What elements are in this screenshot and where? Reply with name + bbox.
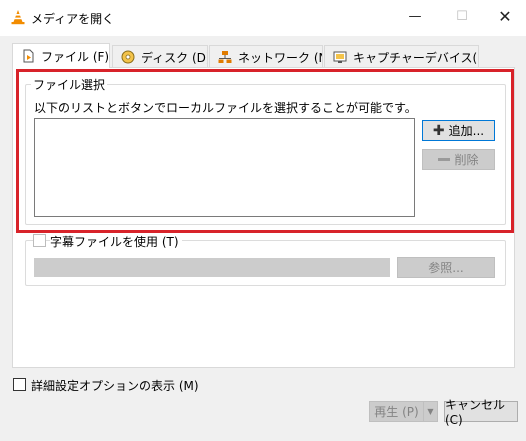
browse-button[interactable]: 参照...	[397, 257, 495, 278]
tab-capture-device[interactable]: キャプチャーデバイス(D)...	[324, 45, 479, 68]
minus-icon	[438, 158, 451, 161]
subtitle-file-input[interactable]	[34, 258, 390, 277]
subtitle-checkbox-label: 字幕ファイルを使用 (T)	[50, 233, 182, 250]
title-bar: メディアを開く — ☐ ✕	[0, 0, 526, 36]
network-icon	[218, 51, 232, 63]
file-selection-title: ファイル選択	[31, 76, 108, 93]
capture-icon	[333, 51, 347, 63]
tab-file-label: ファイル (F)	[41, 49, 110, 64]
disc-icon	[121, 50, 135, 64]
play-button[interactable]: 再生 (P)	[369, 401, 424, 422]
tab-network-label: ネットワーク (N)	[238, 50, 323, 65]
tab-disc[interactable]: ディスク (D)	[112, 45, 208, 68]
minimize-button[interactable]: —	[392, 0, 438, 32]
subtitle-checkbox[interactable]	[33, 234, 46, 247]
remove-file-button[interactable]: 削除	[422, 149, 495, 170]
play-dropdown-button[interactable]: ▼	[423, 401, 438, 422]
cancel-label: キャンセル (C)	[445, 398, 506, 427]
tab-disc-label: ディスク (D)	[141, 50, 208, 65]
vlc-cone-icon	[11, 10, 25, 25]
advanced-options-label: 詳細設定オプションの表示 (M)	[31, 379, 199, 393]
browse-label: 参照...	[428, 261, 464, 275]
play-label: 再生 (P)	[374, 405, 419, 419]
plus-icon: ✚	[432, 122, 445, 139]
add-file-label: 追加...	[448, 124, 485, 138]
cancel-button[interactable]: キャンセル (C)	[444, 398, 518, 427]
remove-file-label: 削除	[454, 153, 479, 167]
tab-capture-label: キャプチャーデバイス(D)...	[353, 50, 478, 65]
file-icon	[23, 49, 34, 63]
advanced-options-checkbox[interactable]	[13, 378, 26, 391]
chevron-down-icon: ▼	[427, 407, 434, 416]
tab-network[interactable]: ネットワーク (N)	[209, 45, 323, 68]
maximize-button[interactable]: ☐	[439, 0, 485, 32]
file-list[interactable]	[34, 118, 415, 217]
window-title: メディアを開く	[31, 12, 115, 26]
tab-file[interactable]: ファイル (F)	[12, 43, 110, 68]
close-button[interactable]: ✕	[482, 0, 526, 32]
file-selection-hint: 以下のリストとボタンでローカルファイルを選択することが可能です。	[34, 101, 417, 115]
add-file-button[interactable]: ✚ 追加...	[422, 120, 495, 141]
